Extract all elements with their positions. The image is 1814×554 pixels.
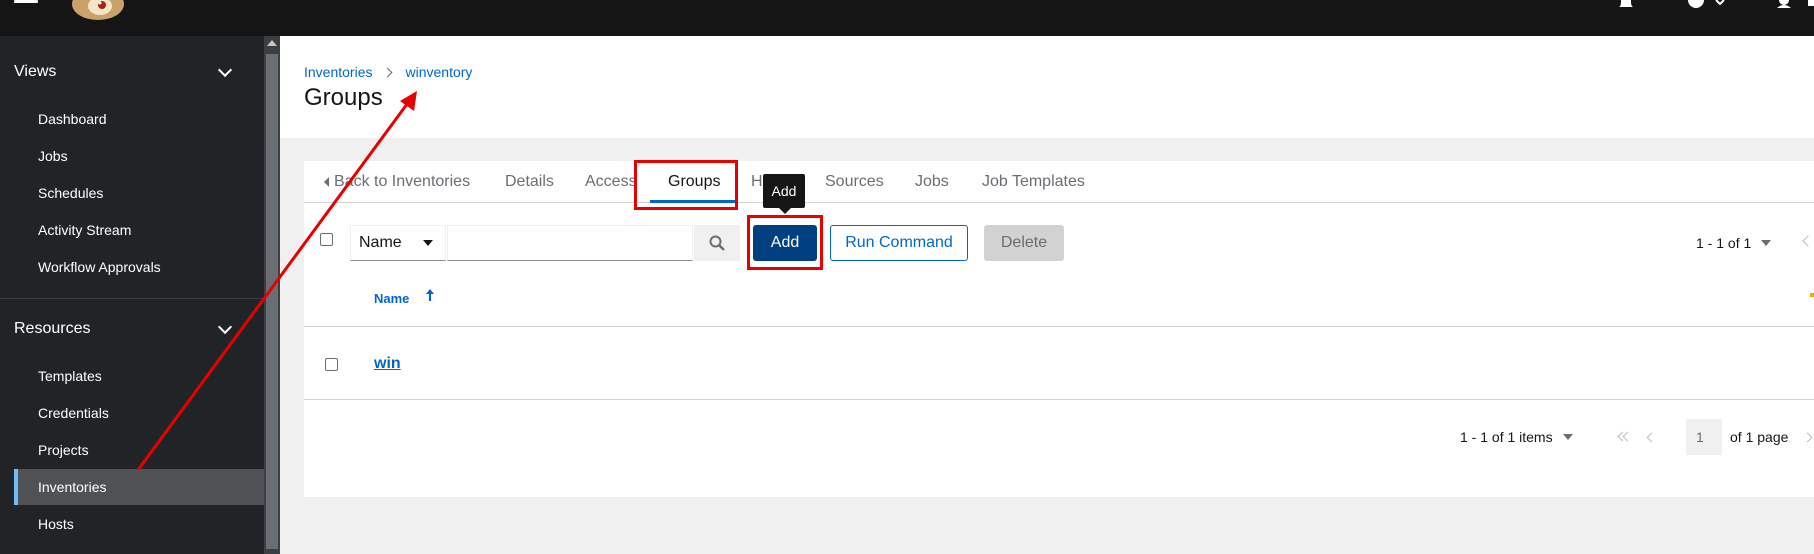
- tab-label: Job Templates: [982, 173, 1085, 190]
- chevron-down-icon: [217, 319, 233, 334]
- breadcrumb-inventories-link[interactable]: Inventories: [304, 64, 372, 80]
- table-header: Name: [304, 269, 1814, 327]
- caret-down-icon: [1562, 434, 1573, 440]
- tab-label: H: [751, 173, 763, 190]
- tab-label: Sources: [825, 173, 884, 190]
- breadcrumb-winventory-link[interactable]: winventory: [405, 64, 472, 80]
- annotation-box-groups-tab: [634, 160, 738, 210]
- help-icon[interactable]: [1688, 0, 1728, 10]
- sidebar-item-inventories[interactable]: Inventories: [14, 469, 264, 505]
- sidebar-scrollbar[interactable]: [264, 36, 280, 554]
- scroll-up-icon[interactable]: [267, 40, 277, 46]
- sidebar-item-label: Projects: [38, 442, 89, 458]
- first-page-icon[interactable]: [1617, 431, 1633, 443]
- previous-page-icon[interactable]: [1802, 235, 1814, 247]
- sidebar-item-templates[interactable]: Templates: [14, 358, 264, 394]
- column-header-label: Name: [374, 290, 410, 306]
- sidebar-item-schedules[interactable]: Schedules: [14, 175, 264, 211]
- logo-icon[interactable]: [64, 0, 132, 28]
- tab-access[interactable]: Access: [585, 161, 637, 203]
- tab-details[interactable]: Details: [505, 161, 554, 203]
- tab-bar: Back to Inventories Details Access Group…: [304, 161, 1814, 203]
- chevron-right-icon: [383, 67, 393, 77]
- sidebar-item-jobs[interactable]: Jobs: [14, 138, 264, 174]
- tab-label: Back to Inventories: [334, 173, 471, 190]
- sidebar-item-label: Dashboard: [38, 111, 107, 127]
- page-number-input[interactable]: [1686, 419, 1722, 455]
- caret-down-icon: [423, 240, 433, 246]
- sidebar-item-label: Templates: [38, 368, 102, 384]
- pagination-bottom[interactable]: 1 - 1 of 1 items: [1460, 419, 1573, 455]
- bell-icon[interactable]: [1618, 0, 1634, 10]
- tab-sources[interactable]: Sources: [825, 161, 884, 203]
- sidebar-item-projects[interactable]: Projects: [14, 432, 264, 468]
- page-header: Inventories winventory Groups: [280, 36, 1814, 138]
- sidebar-section-resources[interactable]: Resources: [0, 311, 264, 347]
- page-title: Groups: [304, 84, 383, 111]
- sidebar-item-credentials[interactable]: Credentials: [14, 395, 264, 431]
- tab-hosts[interactable]: H: [751, 161, 763, 203]
- sort-ascending-icon: [426, 289, 435, 301]
- sidebar-item-hosts[interactable]: Hosts: [14, 506, 264, 542]
- sidebar-item-label: Inventories: [38, 479, 107, 495]
- sidebar-item-label: Schedules: [38, 185, 104, 201]
- warning-icon: [1810, 293, 1814, 297]
- tab-jobs[interactable]: Jobs: [915, 161, 949, 203]
- tab-label: Details: [505, 173, 554, 190]
- pagination-summary: 1 - 1 of 1 items: [1460, 429, 1553, 445]
- pagination-top[interactable]: 1 - 1 of 1: [1696, 225, 1772, 261]
- user-icon[interactable]: [1776, 0, 1814, 10]
- breadcrumb: Inventories winventory: [304, 64, 472, 80]
- next-page-icon[interactable]: [1802, 432, 1813, 443]
- select-all-checkbox[interactable]: [320, 233, 333, 246]
- tab-label: Access: [585, 173, 637, 190]
- run-command-button[interactable]: Run Command: [830, 225, 968, 261]
- sidebar-item-workflow-approvals[interactable]: Workflow Approvals: [14, 249, 264, 285]
- sidebar-item-label: Credentials: [38, 405, 109, 421]
- sidebar-item-label: Hosts: [38, 516, 74, 532]
- sidebar-item-dashboard[interactable]: Dashboard: [14, 101, 264, 137]
- hamburger-menu-icon[interactable]: [14, 0, 38, 6]
- caret-down-icon: [1761, 240, 1772, 246]
- add-tooltip: Add: [763, 174, 805, 214]
- page-count: of 1 page: [1730, 429, 1789, 445]
- sidebar-item-label: Workflow Approvals: [38, 259, 161, 275]
- previous-page-icon[interactable]: [1646, 432, 1657, 443]
- filter-field-value: Name: [359, 234, 402, 251]
- sidebar-item-label: Jobs: [38, 148, 68, 164]
- masthead: [0, 0, 1814, 36]
- sidebar-section-views[interactable]: Views: [0, 54, 264, 90]
- tab-label: Jobs: [915, 173, 949, 190]
- sidebar-item-label: Activity Stream: [38, 222, 132, 238]
- delete-button[interactable]: Delete: [984, 225, 1064, 261]
- sidebar-divider: [0, 298, 264, 299]
- groups-card: Back to Inventories Details Access Group…: [304, 161, 1814, 497]
- sidebar-item-activity-stream[interactable]: Activity Stream: [14, 212, 264, 248]
- search-input[interactable]: [447, 225, 693, 261]
- row-checkbox[interactable]: [325, 358, 338, 371]
- sidebar-section-label: Views: [14, 63, 57, 80]
- chevron-down-icon: [217, 62, 233, 77]
- filter-field-select[interactable]: Name: [350, 225, 446, 261]
- annotation-box-add-button: [747, 215, 823, 270]
- search-icon: [709, 235, 725, 251]
- tab-job-templates[interactable]: Job Templates: [982, 161, 1085, 203]
- table-row: win: [304, 328, 1814, 400]
- caret-left-icon: [324, 177, 329, 187]
- sidebar-section-label: Resources: [14, 320, 91, 337]
- search-button[interactable]: [694, 225, 740, 261]
- scrollbar-thumb[interactable]: [266, 54, 278, 549]
- group-name-link[interactable]: win: [374, 328, 401, 400]
- column-header-name[interactable]: Name: [374, 269, 435, 327]
- tab-back-to-inventories[interactable]: Back to Inventories: [324, 161, 470, 203]
- pagination-summary: 1 - 1 of 1: [1696, 235, 1752, 251]
